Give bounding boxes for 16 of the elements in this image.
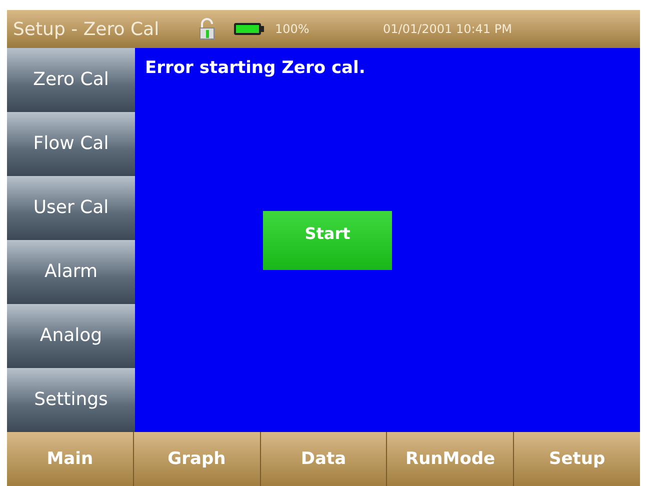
sidebar-button[interactable]: Analog [7, 304, 135, 368]
nav-tab[interactable]: Data [260, 432, 386, 486]
nav-tab[interactable]: Graph [132, 432, 260, 486]
battery-icon [233, 22, 265, 36]
sidebar-button[interactable]: Zero Cal [7, 48, 135, 112]
screen-title: Setup - Zero Cal [13, 18, 160, 40]
nav-tab[interactable]: Main [7, 432, 133, 486]
sidebar-button[interactable]: Flow Cal [7, 112, 135, 176]
battery-percent: 100% [275, 22, 310, 36]
date-time: 01/01/2001 10:41 PM [383, 22, 512, 36]
sidebar-button[interactable]: Settings [7, 368, 135, 432]
error-message: Error starting Zero cal. [145, 58, 366, 78]
nav-tab[interactable]: RunMode [386, 432, 514, 486]
nav-tab[interactable]: Setup [513, 432, 640, 486]
sidebar-button[interactable]: Alarm [7, 240, 135, 304]
sidebar-button[interactable]: User Cal [7, 176, 135, 240]
